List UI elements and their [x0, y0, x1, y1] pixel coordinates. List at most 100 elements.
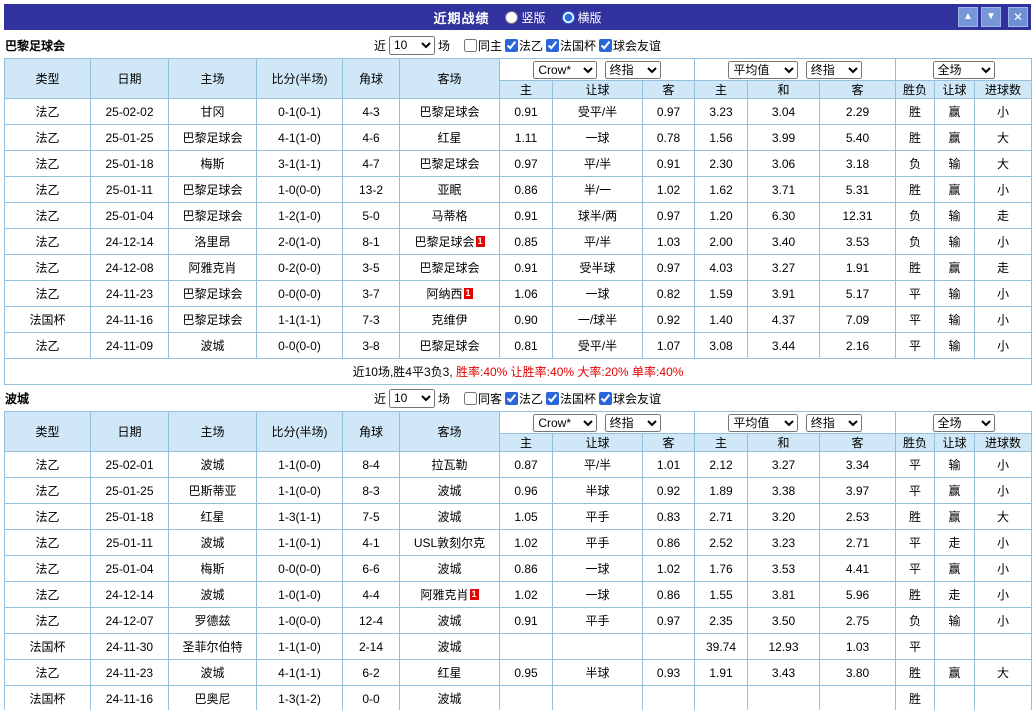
league-cell: 法乙	[5, 556, 91, 582]
avg-home-cell: 1.55	[695, 582, 748, 608]
odds-away-cell	[643, 686, 695, 710]
odds-source-header: Crow* 终指	[500, 412, 695, 434]
titlebar-buttons: ▲ ▼ ✕	[958, 7, 1028, 27]
filter-league-ligue2[interactable]: 法乙	[505, 37, 543, 54]
odds-source-select[interactable]: Crow*	[533, 61, 597, 79]
filter-league-cup[interactable]: 法国杯	[546, 390, 596, 407]
avg-home-cell: 1.62	[695, 177, 748, 203]
odds-final-select[interactable]: 终指	[605, 414, 661, 432]
result-cell: 负	[896, 229, 935, 255]
filter-league-friendly[interactable]: 球会友谊	[599, 37, 661, 54]
odds-handicap-cell: 半球	[553, 660, 643, 686]
result-cell: 胜	[896, 99, 935, 125]
corner-cell: 4-1	[343, 530, 400, 556]
same-venue-checkbox[interactable]	[464, 39, 477, 52]
league-checkbox[interactable]	[505, 392, 518, 405]
filter-league-friendly[interactable]: 球会友谊	[599, 390, 661, 407]
close-button[interactable]: ✕	[1008, 7, 1028, 27]
home-team-cell: 波城	[169, 452, 257, 478]
home-team-cell: 波城	[169, 582, 257, 608]
away-team-cell: 红星	[400, 125, 500, 151]
away-team-cell: 巴黎足球会	[400, 99, 500, 125]
home-team-cell: 罗德兹	[169, 608, 257, 634]
handicap-result-cell: 赢	[935, 99, 975, 125]
result-cell: 平	[896, 452, 935, 478]
home-team-cell: 红星	[169, 504, 257, 530]
match-count-select[interactable]: 10	[389, 389, 435, 408]
handicap-result-cell: 输	[935, 333, 975, 359]
away-team-cell: 波城	[400, 556, 500, 582]
score-cell: 0-0(0-0)	[257, 281, 343, 307]
filter-label: 法乙	[519, 37, 543, 54]
away-team-cell: 巴黎足球会	[400, 151, 500, 177]
date-cell: 25-02-01	[91, 452, 169, 478]
avg-draw-cell: 4.37	[748, 307, 820, 333]
league-checkbox[interactable]	[599, 39, 612, 52]
score-cell: 1-1(0-1)	[257, 530, 343, 556]
handicap-result-cell: 输	[935, 151, 975, 177]
result-cell: 胜	[896, 660, 935, 686]
league-checkbox[interactable]	[599, 392, 612, 405]
avg-source-select[interactable]: 平均值	[728, 414, 798, 432]
horizontal-radio[interactable]	[562, 11, 575, 24]
league-checkbox[interactable]	[546, 39, 559, 52]
league-cell: 法乙	[5, 177, 91, 203]
filter-league-cup[interactable]: 法国杯	[546, 37, 596, 54]
odds-home-cell: 1.06	[500, 281, 553, 307]
avg-home-cell: 1.89	[695, 478, 748, 504]
match-count-select[interactable]: 10	[389, 36, 435, 55]
odds-home-cell: 0.90	[500, 307, 553, 333]
score-cell: 1-1(0-0)	[257, 452, 343, 478]
filter-league-ligue2[interactable]: 法乙	[505, 390, 543, 407]
avg-away-cell: 2.29	[820, 99, 896, 125]
odds-home-cell: 0.91	[500, 608, 553, 634]
odds-source-select[interactable]: Crow*	[533, 414, 597, 432]
odds-handicap-cell	[553, 634, 643, 660]
goals-result-cell	[975, 634, 1032, 660]
handicap-result-cell: 走	[935, 530, 975, 556]
avg-draw-cell: 3.06	[748, 151, 820, 177]
goals-result-cell: 小	[975, 452, 1032, 478]
fulltime-select[interactable]: 全场	[933, 414, 995, 432]
match-row: 法乙24-12-08阿雅克肖0-2(0-0)3-5巴黎足球会0.91受半球0.9…	[5, 255, 1032, 281]
corner-cell: 4-4	[343, 582, 400, 608]
avg-away-cell: 5.17	[820, 281, 896, 307]
title-bar: 近期战绩 竖版 横版 ▲ ▼ ✕	[4, 4, 1031, 30]
avg-source-select[interactable]: 平均值	[728, 61, 798, 79]
handicap-result-cell	[935, 686, 975, 710]
layout-radio-vertical[interactable]: 竖版	[505, 9, 545, 26]
league-checkbox[interactable]	[505, 39, 518, 52]
result-cell: 胜	[896, 177, 935, 203]
vertical-radio[interactable]	[505, 11, 518, 24]
avg-home-cell: 2.12	[695, 452, 748, 478]
date-cell: 24-11-23	[91, 281, 169, 307]
match-row: 法乙25-01-18红星1-3(1-1)7-5波城1.05平手0.832.713…	[5, 504, 1032, 530]
date-cell: 24-12-08	[91, 255, 169, 281]
date-cell: 24-11-30	[91, 634, 169, 660]
filter-same-venue[interactable]: 同主	[464, 37, 502, 54]
layout-radio-horizontal[interactable]: 横版	[562, 9, 602, 26]
filter-same-venue[interactable]: 同客	[464, 390, 502, 407]
home-team-cell: 巴黎足球会	[169, 307, 257, 333]
avg-home-cell: 2.71	[695, 504, 748, 530]
fulltime-select[interactable]: 全场	[933, 61, 995, 79]
avg-final-select[interactable]: 终指	[806, 61, 862, 79]
scroll-up-button[interactable]: ▲	[958, 7, 978, 27]
odds-away-cell: 0.97	[643, 608, 695, 634]
col-header-handicap-result: 让球	[935, 434, 975, 452]
col-header-goals: 进球数	[975, 81, 1032, 99]
home-team-cell: 波城	[169, 660, 257, 686]
match-row: 法乙25-01-11巴黎足球会1-0(0-0)13-2亚眠0.86半/一1.02…	[5, 177, 1032, 203]
goals-result-cell: 走	[975, 255, 1032, 281]
odds-final-select[interactable]: 终指	[605, 61, 661, 79]
match-row: 法国杯24-11-16巴黎足球会1-1(1-1)7-3克维伊0.90一/球半0.…	[5, 307, 1032, 333]
col-header-avg-home: 主	[695, 81, 748, 99]
matches-table-paris: 类型 日期 主场 比分(半场) 角球 客场 Crow* 终指 平均值 终指 全场	[4, 58, 1032, 385]
handicap-result-cell: 输	[935, 608, 975, 634]
avg-final-select[interactable]: 终指	[806, 414, 862, 432]
col-header-handicap-result: 让球	[935, 81, 975, 99]
league-checkbox[interactable]	[546, 392, 559, 405]
avg-away-cell: 5.40	[820, 125, 896, 151]
scroll-down-button[interactable]: ▼	[981, 7, 1001, 27]
same-venue-checkbox[interactable]	[464, 392, 477, 405]
